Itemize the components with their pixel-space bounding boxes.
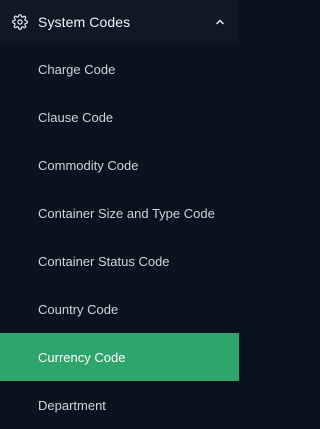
group-title: System Codes — [38, 13, 131, 30]
sidebar-item-commodity-code[interactable]: Commodity Code — [0, 141, 239, 189]
system-codes-group-header[interactable]: System Codes — [0, 0, 239, 43]
sidebar-item-department[interactable]: Department — [0, 381, 239, 429]
sidebar-item-country-code[interactable]: Country Code — [0, 285, 239, 333]
chevron-up-icon[interactable] — [213, 15, 227, 29]
sidebar-item-label: Commodity Code — [38, 157, 139, 173]
sidebar-item-clause-code[interactable]: Clause Code — [0, 93, 239, 141]
sidebar-item-currency-code[interactable]: Currency Code — [0, 333, 239, 381]
sidebar-item-label: Container Status Code — [38, 253, 170, 269]
sidebar-item-container-status-code[interactable]: Container Status Code — [0, 237, 239, 285]
system-codes-list: Charge Code Clause Code Commodity Code C… — [0, 45, 239, 429]
sidebar-item-label: Charge Code — [38, 61, 116, 77]
sidebar-item-container-size-and-type-code[interactable]: Container Size and Type Code — [0, 189, 239, 237]
sidebar-navigation: System Codes Charge Code Clause Code Com… — [0, 0, 239, 427]
sidebar-item-label: Container Size and Type Code — [38, 205, 215, 221]
sidebar-item-label: Country Code — [38, 301, 119, 317]
gear-icon — [12, 13, 28, 30]
sidebar-item-label: Department — [38, 397, 106, 413]
sidebar-item-label: Currency Code — [38, 349, 126, 365]
sidebar-item-label: Clause Code — [38, 109, 114, 125]
sidebar-item-charge-code[interactable]: Charge Code — [0, 45, 239, 93]
